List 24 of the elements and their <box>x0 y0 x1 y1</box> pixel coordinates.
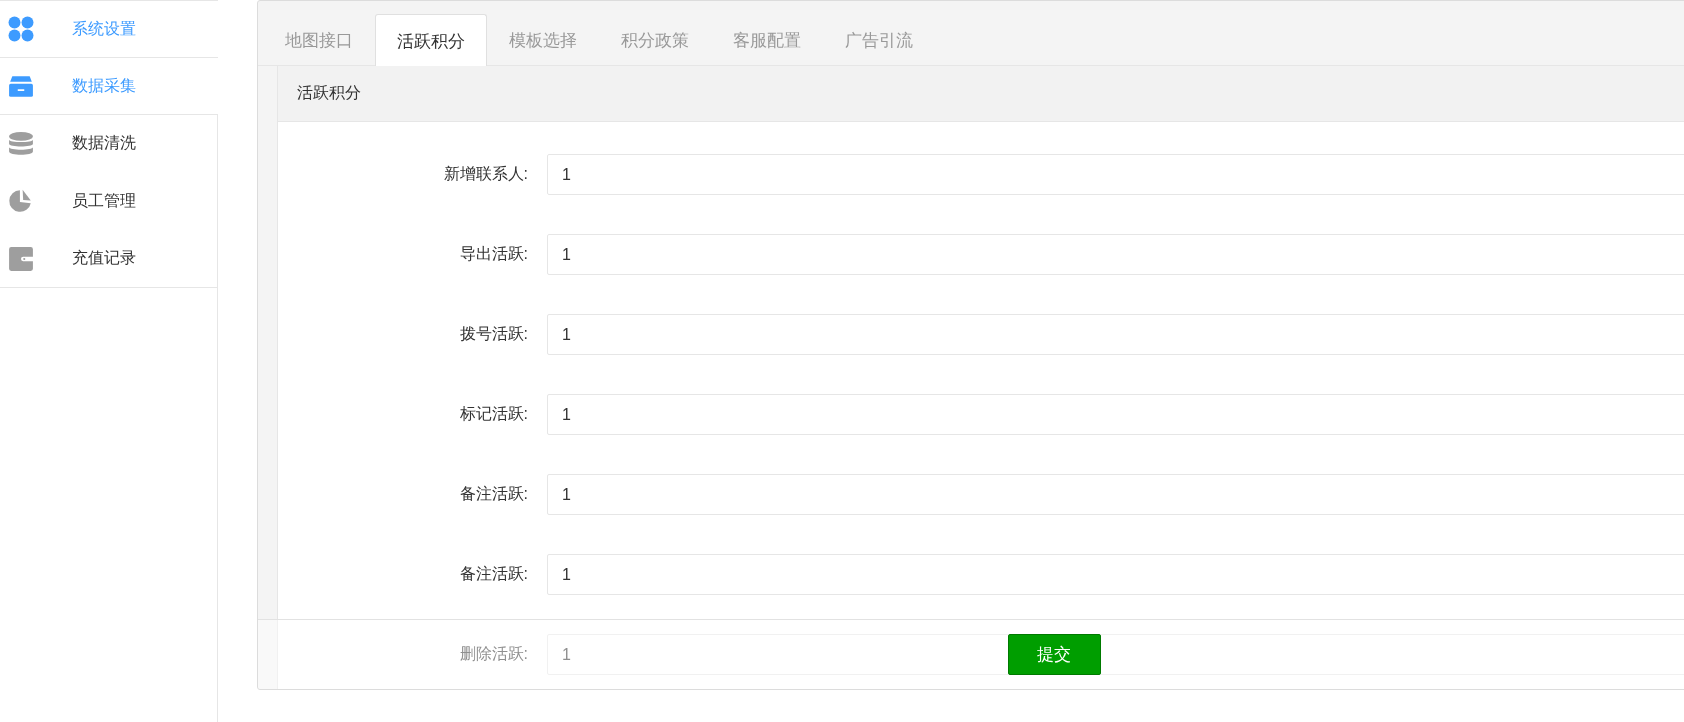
input-field[interactable]: 1 <box>547 234 1684 275</box>
clover-icon <box>8 16 34 42</box>
tab[interactable]: 活跃积分 <box>375 14 487 67</box>
field-label: 标记活跃: <box>458 404 528 424</box>
field-label: 新增联系人: <box>442 164 528 184</box>
sidebar-item[interactable]: 充值记录 <box>0 230 218 288</box>
input-field[interactable]: 1 <box>547 394 1684 435</box>
input-field[interactable]: 1 <box>547 154 1684 195</box>
input-field[interactable]: 1 <box>547 474 1684 515</box>
field-label: 备注活跃: <box>458 564 528 584</box>
field-label: 删除活跃: <box>458 644 528 664</box>
input-field[interactable]: 1 <box>547 554 1684 595</box>
wallet-icon <box>8 245 34 272</box>
field-label: 导出活跃: <box>458 244 528 264</box>
input-field[interactable]: 1 <box>547 314 1684 355</box>
sidebar-item[interactable]: 员工管理 <box>0 172 218 230</box>
database-icon <box>8 130 34 157</box>
field-label: 备注活跃: <box>458 484 528 504</box>
pie-chart-icon <box>8 188 34 214</box>
drawer-icon <box>8 73 34 99</box>
field-label: 拨号活跃: <box>458 324 528 344</box>
submit-button[interactable]: 提交 <box>1007 634 1101 675</box>
sidebar-item[interactable]: 数据清洗 <box>0 114 218 172</box>
card-header: 活跃积分 <box>278 66 1684 122</box>
